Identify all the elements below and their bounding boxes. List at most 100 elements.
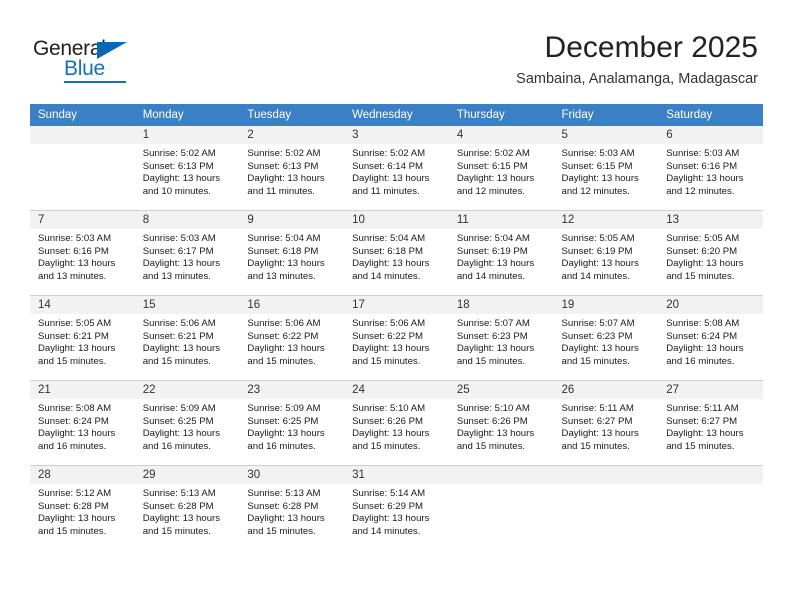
calendar-day-cell[interactable]: 25 Sunrise: 5:10 AM Sunset: 6:26 PM Dayligh… <box>448 380 554 466</box>
daylight-text-line1: Daylight: 13 hours <box>456 428 535 440</box>
sunset-text: Sunset: 6:28 PM <box>142 500 214 512</box>
weekday-header-thursday: Thursday <box>448 104 554 126</box>
calendar-day-cell[interactable]: 17 Sunrise: 5:06 AM Sunset: 6:22 PM Dayligh… <box>344 295 449 381</box>
calendar-day-cell[interactable]: 3 Sunrise: 5:02 AM Sunset: 6:14 PM Daylight… <box>344 126 449 211</box>
day-cell-inner: 30 Sunrise: 5:13 AM Sunset: 6:28 PM Dayligh… <box>239 466 345 550</box>
weekday-header-sunday: Sunday <box>30 104 135 126</box>
daylight-text-line2: and 15 minutes. <box>456 355 526 367</box>
day-details: Sunrise: 5:10 AM Sunset: 6:26 PM Daylight:… <box>344 399 449 453</box>
calendar-week-row: 14 Sunrise: 5:05 AM Sunset: 6:21 PM Dayligh… <box>30 295 763 381</box>
day-cell-inner: 25 Sunrise: 5:10 AM Sunset: 6:26 PM Dayligh… <box>448 381 554 465</box>
calendar-day-cell[interactable]: 18 Sunrise: 5:07 AM Sunset: 6:23 PM Dayligh… <box>448 295 554 381</box>
sunset-text: Sunset: 6:28 PM <box>247 500 319 512</box>
sunset-text: Sunset: 6:21 PM <box>38 330 109 342</box>
calendar-day-cell[interactable]: 22 Sunrise: 5:09 AM Sunset: 6:25 PM Dayligh… <box>134 380 240 466</box>
sunrise-text: Sunrise: 5:03 AM <box>38 233 112 244</box>
calendar-day-cell[interactable]: 24 Sunrise: 5:10 AM Sunset: 6:26 PM Dayligh… <box>344 380 449 466</box>
calendar-day-cell[interactable]: 13 Sunrise: 5:05 AM Sunset: 6:20 PM Dayligh… <box>658 210 763 296</box>
sunrise-text: Sunrise: 5:02 AM <box>456 148 530 159</box>
general-blue-logo[interactable]: General Blue <box>33 38 163 84</box>
day-number <box>658 466 763 484</box>
day-details: Sunrise: 5:02 AM Sunset: 6:13 PM Daylight:… <box>239 144 344 198</box>
daylight-text-line2: and 16 minutes. <box>666 355 735 367</box>
calendar-day-cell[interactable]: 10 Sunrise: 5:04 AM Sunset: 6:18 PM Dayligh… <box>344 210 449 296</box>
sunrise-text: Sunrise: 5:09 AM <box>142 403 216 414</box>
daylight-text-line1: Daylight: 13 hours <box>561 173 639 185</box>
sunset-text: Sunset: 6:21 PM <box>142 330 214 342</box>
calendar-header-row: Sunday Monday Tuesday Wednesday Thursday… <box>30 104 763 126</box>
day-details: Sunrise: 5:13 AM Sunset: 6:28 PM Daylight:… <box>239 484 344 538</box>
calendar-day-cell[interactable]: 6 Sunrise: 5:03 AM Sunset: 6:16 PM Daylight… <box>658 126 763 211</box>
sunset-text: Sunset: 6:23 PM <box>561 330 633 342</box>
day-details: Sunrise: 5:08 AM Sunset: 6:24 PM Daylight:… <box>30 399 135 453</box>
day-number: 12 <box>553 211 659 229</box>
day-cell-inner: 20 Sunrise: 5:08 AM Sunset: 6:24 PM Dayligh… <box>658 296 763 380</box>
day-cell-inner: 27 Sunrise: 5:11 AM Sunset: 6:27 PM Dayligh… <box>658 381 763 465</box>
day-number: 23 <box>239 381 345 399</box>
calendar-day-cell[interactable]: 19 Sunrise: 5:07 AM Sunset: 6:23 PM Dayligh… <box>553 295 659 381</box>
calendar-day-cell[interactable]: 9 Sunrise: 5:04 AM Sunset: 6:18 PM Daylight… <box>239 210 345 296</box>
sunrise-text: Sunrise: 5:08 AM <box>38 403 112 414</box>
sunrise-text: Sunrise: 5:10 AM <box>456 403 530 414</box>
daylight-text-line2: and 14 minutes. <box>352 525 421 537</box>
daylight-text-line2: and 14 minutes. <box>352 270 421 282</box>
daylight-text-line1: Daylight: 13 hours <box>38 428 116 440</box>
day-number: 11 <box>448 211 554 229</box>
calendar-day-cell[interactable]: 15 Sunrise: 5:06 AM Sunset: 6:21 PM Dayligh… <box>134 295 240 381</box>
daylight-text-line1: Daylight: 13 hours <box>142 173 221 185</box>
calendar-day-cell[interactable]: 5 Sunrise: 5:03 AM Sunset: 6:15 PM Daylight… <box>553 126 659 211</box>
calendar-day-cell[interactable]: 31 Sunrise: 5:14 AM Sunset: 6:29 PM Dayligh… <box>344 465 449 550</box>
calendar-day-cell[interactable]: 12 Sunrise: 5:05 AM Sunset: 6:19 PM Dayligh… <box>553 210 659 296</box>
calendar-day-cell[interactable]: 30 Sunrise: 5:13 AM Sunset: 6:28 PM Dayligh… <box>239 465 345 550</box>
calendar-cell-empty <box>30 126 135 211</box>
sunset-text: Sunset: 6:16 PM <box>666 160 738 172</box>
day-number: 30 <box>239 466 345 484</box>
sunset-text: Sunset: 6:13 PM <box>142 160 214 172</box>
calendar-day-cell[interactable]: 26 Sunrise: 5:11 AM Sunset: 6:27 PM Dayligh… <box>553 380 659 466</box>
sunset-text: Sunset: 6:29 PM <box>352 500 424 512</box>
day-cell-inner: 13 Sunrise: 5:05 AM Sunset: 6:20 PM Dayligh… <box>658 211 763 295</box>
calendar-week-row: 28 Sunrise: 5:12 AM Sunset: 6:28 PM Dayligh… <box>30 465 763 550</box>
calendar-day-cell[interactable]: 27 Sunrise: 5:11 AM Sunset: 6:27 PM Dayligh… <box>658 380 763 466</box>
day-cell-inner: 24 Sunrise: 5:10 AM Sunset: 6:26 PM Dayligh… <box>344 381 449 465</box>
calendar-day-cell[interactable]: 23 Sunrise: 5:09 AM Sunset: 6:25 PM Dayligh… <box>239 380 345 466</box>
calendar-day-cell[interactable]: 1 Sunrise: 5:02 AM Sunset: 6:13 PM Daylight… <box>134 126 240 211</box>
day-cell-inner <box>553 466 659 550</box>
day-cell-inner: 18 Sunrise: 5:07 AM Sunset: 6:23 PM Dayligh… <box>448 296 554 380</box>
calendar-day-cell[interactable]: 29 Sunrise: 5:13 AM Sunset: 6:28 PM Dayligh… <box>134 465 240 550</box>
daylight-text-line2: and 16 minutes. <box>38 440 107 452</box>
calendar-day-cell[interactable]: 20 Sunrise: 5:08 AM Sunset: 6:24 PM Dayligh… <box>658 295 763 381</box>
day-details: Sunrise: 5:02 AM Sunset: 6:13 PM Daylight:… <box>135 144 240 198</box>
calendar-day-cell[interactable]: 4 Sunrise: 5:02 AM Sunset: 6:15 PM Daylight… <box>448 126 554 211</box>
daylight-text-line1: Daylight: 13 hours <box>38 513 116 525</box>
day-number: 5 <box>553 126 659 144</box>
day-details: Sunrise: 5:03 AM Sunset: 6:17 PM Daylight:… <box>135 229 240 283</box>
sunrise-text: Sunrise: 5:06 AM <box>352 318 426 329</box>
calendar-day-cell[interactable]: 11 Sunrise: 5:04 AM Sunset: 6:19 PM Dayligh… <box>448 210 554 296</box>
sunrise-text: Sunrise: 5:10 AM <box>352 403 426 414</box>
daylight-text-line2: and 12 minutes. <box>561 185 630 197</box>
daylight-text-line2: and 14 minutes. <box>561 270 630 282</box>
calendar-day-cell[interactable]: 21 Sunrise: 5:08 AM Sunset: 6:24 PM Dayligh… <box>30 380 135 466</box>
calendar-day-cell[interactable]: 28 Sunrise: 5:12 AM Sunset: 6:28 PM Dayligh… <box>30 465 135 550</box>
day-cell-inner: 10 Sunrise: 5:04 AM Sunset: 6:18 PM Dayligh… <box>344 211 449 295</box>
day-details: Sunrise: 5:09 AM Sunset: 6:25 PM Daylight:… <box>239 399 344 453</box>
day-number: 7 <box>30 211 135 229</box>
daylight-text-line2: and 15 minutes. <box>352 355 421 367</box>
daylight-text-line2: and 15 minutes. <box>247 525 316 537</box>
calendar-day-cell[interactable]: 16 Sunrise: 5:06 AM Sunset: 6:22 PM Dayligh… <box>239 295 345 381</box>
day-number: 6 <box>658 126 763 144</box>
weekday-header-tuesday: Tuesday <box>239 104 345 126</box>
calendar-day-cell[interactable]: 8 Sunrise: 5:03 AM Sunset: 6:17 PM Daylight… <box>134 210 240 296</box>
sunset-text: Sunset: 6:14 PM <box>352 160 424 172</box>
calendar-cell-empty <box>448 465 554 550</box>
daylight-text-line1: Daylight: 13 hours <box>666 428 744 440</box>
day-cell-inner: 14 Sunrise: 5:05 AM Sunset: 6:21 PM Dayligh… <box>30 296 135 380</box>
daylight-text-line1: Daylight: 13 hours <box>561 343 639 355</box>
daylight-text-line1: Daylight: 13 hours <box>666 343 744 355</box>
day-number: 24 <box>344 381 449 399</box>
calendar-day-cell[interactable]: 7 Sunrise: 5:03 AM Sunset: 6:16 PM Daylight… <box>30 210 135 296</box>
calendar-day-cell[interactable]: 2 Sunrise: 5:02 AM Sunset: 6:13 PM Daylight… <box>239 126 345 211</box>
day-cell-inner: 6 Sunrise: 5:03 AM Sunset: 6:16 PM Daylight… <box>658 126 763 210</box>
calendar-day-cell[interactable]: 14 Sunrise: 5:05 AM Sunset: 6:21 PM Dayligh… <box>30 295 135 381</box>
